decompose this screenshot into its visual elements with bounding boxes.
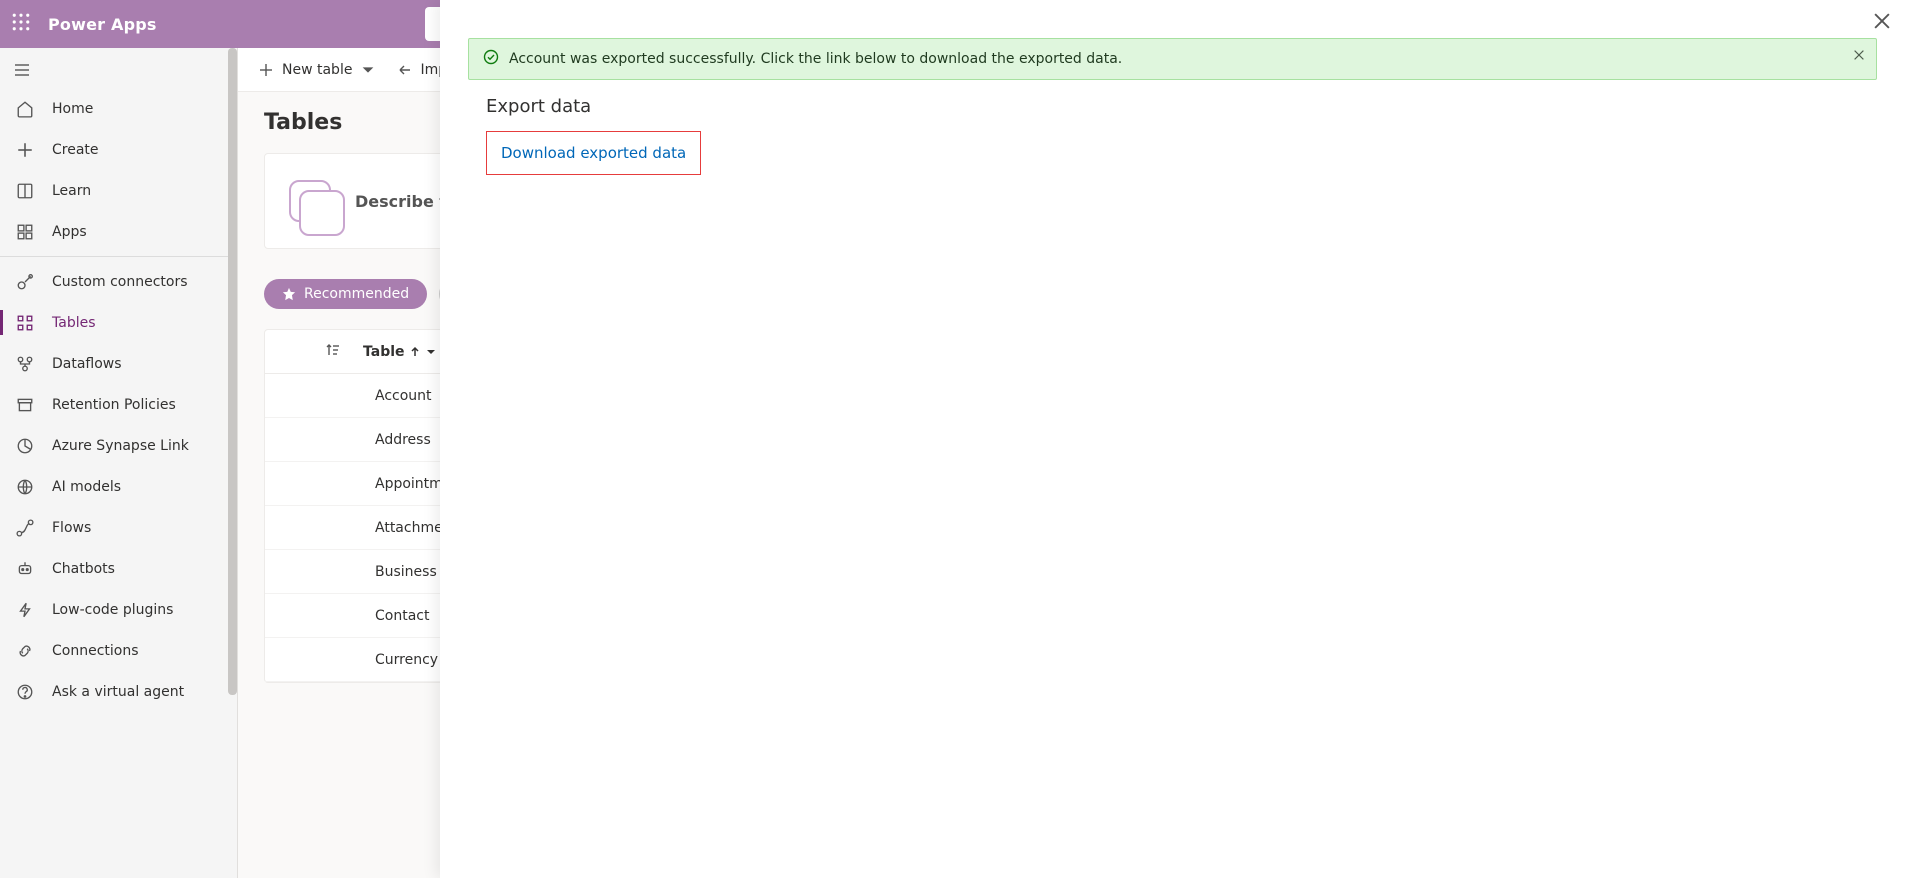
nav-item-retention[interactable]: Retention Policies xyxy=(0,384,237,425)
bot-icon xyxy=(16,560,34,578)
download-exported-data-link[interactable]: Download exported data xyxy=(501,144,686,162)
nav-item-learn[interactable]: Learn xyxy=(0,170,237,211)
nav-label: Azure Synapse Link xyxy=(52,438,189,454)
book-icon xyxy=(16,182,34,200)
success-alert: Account was exported successfully. Click… xyxy=(468,38,1877,80)
home-icon xyxy=(16,100,34,118)
nav-item-plugins[interactable]: Low-code plugins xyxy=(0,589,237,630)
plus-icon xyxy=(16,141,34,159)
nav-item-dataflows[interactable]: Dataflows xyxy=(0,343,237,384)
alert-text: Account was exported successfully. Click… xyxy=(509,51,1122,67)
nav-label: Ask a virtual agent xyxy=(52,684,184,700)
apps-icon xyxy=(16,223,34,241)
nav-item-synapse[interactable]: Azure Synapse Link xyxy=(0,425,237,466)
nav-label: Dataflows xyxy=(52,356,122,372)
table-cell: Address xyxy=(375,432,431,448)
nav-label: Home xyxy=(52,101,93,117)
dataflow-icon xyxy=(16,355,34,373)
nav-item-home[interactable]: Home xyxy=(0,88,237,129)
connector-icon xyxy=(16,273,34,291)
side-nav: Home Create Learn Apps Custom connectors… xyxy=(0,48,238,878)
nav-item-ai-models[interactable]: AI models xyxy=(0,466,237,507)
pill-label: Recommended xyxy=(304,286,409,302)
sidebar-scrollbar[interactable] xyxy=(228,48,237,878)
nav-label: Chatbots xyxy=(52,561,115,577)
table-cell: Account xyxy=(375,388,432,404)
nav-item-custom-connectors[interactable]: Custom connectors xyxy=(0,261,237,302)
chevron-down-icon xyxy=(360,62,376,78)
nav-label: Low-code plugins xyxy=(52,602,173,618)
download-highlight-box: Download exported data xyxy=(486,131,701,175)
table-cell: Contact xyxy=(375,608,429,624)
link-icon xyxy=(16,642,34,660)
archive-icon xyxy=(16,396,34,414)
table-cell: Currency xyxy=(375,652,438,668)
export-data-panel: Account was exported successfully. Click… xyxy=(440,0,1905,878)
nav-item-ask-agent[interactable]: Ask a virtual agent xyxy=(0,671,237,712)
panel-title: Export data xyxy=(486,96,1859,117)
close-icon xyxy=(1852,48,1866,62)
nav-label: Retention Policies xyxy=(52,397,176,413)
nav-item-chatbots[interactable]: Chatbots xyxy=(0,548,237,589)
sort-handle-icon[interactable] xyxy=(277,342,341,362)
nav-label: Create xyxy=(52,142,99,158)
bolt-icon xyxy=(16,601,34,619)
column-header-label: Table xyxy=(363,344,405,360)
nav-label: Learn xyxy=(52,183,91,199)
nav-divider xyxy=(0,256,237,257)
flow-icon xyxy=(16,519,34,537)
import-icon xyxy=(396,62,412,78)
cmd-new-table[interactable]: New table xyxy=(258,62,376,78)
hamburger-toggle[interactable] xyxy=(0,48,237,88)
help-icon xyxy=(16,683,34,701)
check-circle-icon xyxy=(483,49,499,69)
pie-icon xyxy=(16,437,34,455)
nav-label: AI models xyxy=(52,479,121,495)
nav-item-apps[interactable]: Apps xyxy=(0,211,237,252)
column-header-table[interactable]: Table xyxy=(363,344,437,360)
filter-pill-recommended[interactable]: Recommended xyxy=(264,279,427,309)
hero-copilot-icon xyxy=(289,180,331,222)
panel-close-button[interactable] xyxy=(1871,10,1893,32)
chevron-down-icon xyxy=(425,346,437,358)
cmd-label: New table xyxy=(282,62,352,78)
nav-item-connections[interactable]: Connections xyxy=(0,630,237,671)
globe-icon xyxy=(16,478,34,496)
sort-asc-icon xyxy=(409,346,421,358)
nav-label: Tables xyxy=(52,315,96,331)
nav-label: Custom connectors xyxy=(52,274,188,290)
nav-item-create[interactable]: Create xyxy=(0,129,237,170)
nav-label: Flows xyxy=(52,520,91,536)
alert-dismiss-button[interactable] xyxy=(1852,48,1866,66)
nav-label: Connections xyxy=(52,643,139,659)
nav-item-flows[interactable]: Flows xyxy=(0,507,237,548)
plus-icon xyxy=(258,62,274,78)
nav-item-tables[interactable]: Tables xyxy=(0,302,237,343)
star-icon xyxy=(282,287,296,301)
nav-label: Apps xyxy=(52,224,87,240)
app-name: Power Apps xyxy=(48,15,157,34)
waffle-icon[interactable] xyxy=(12,13,30,35)
grid-icon xyxy=(16,314,34,332)
close-icon xyxy=(1871,10,1893,32)
